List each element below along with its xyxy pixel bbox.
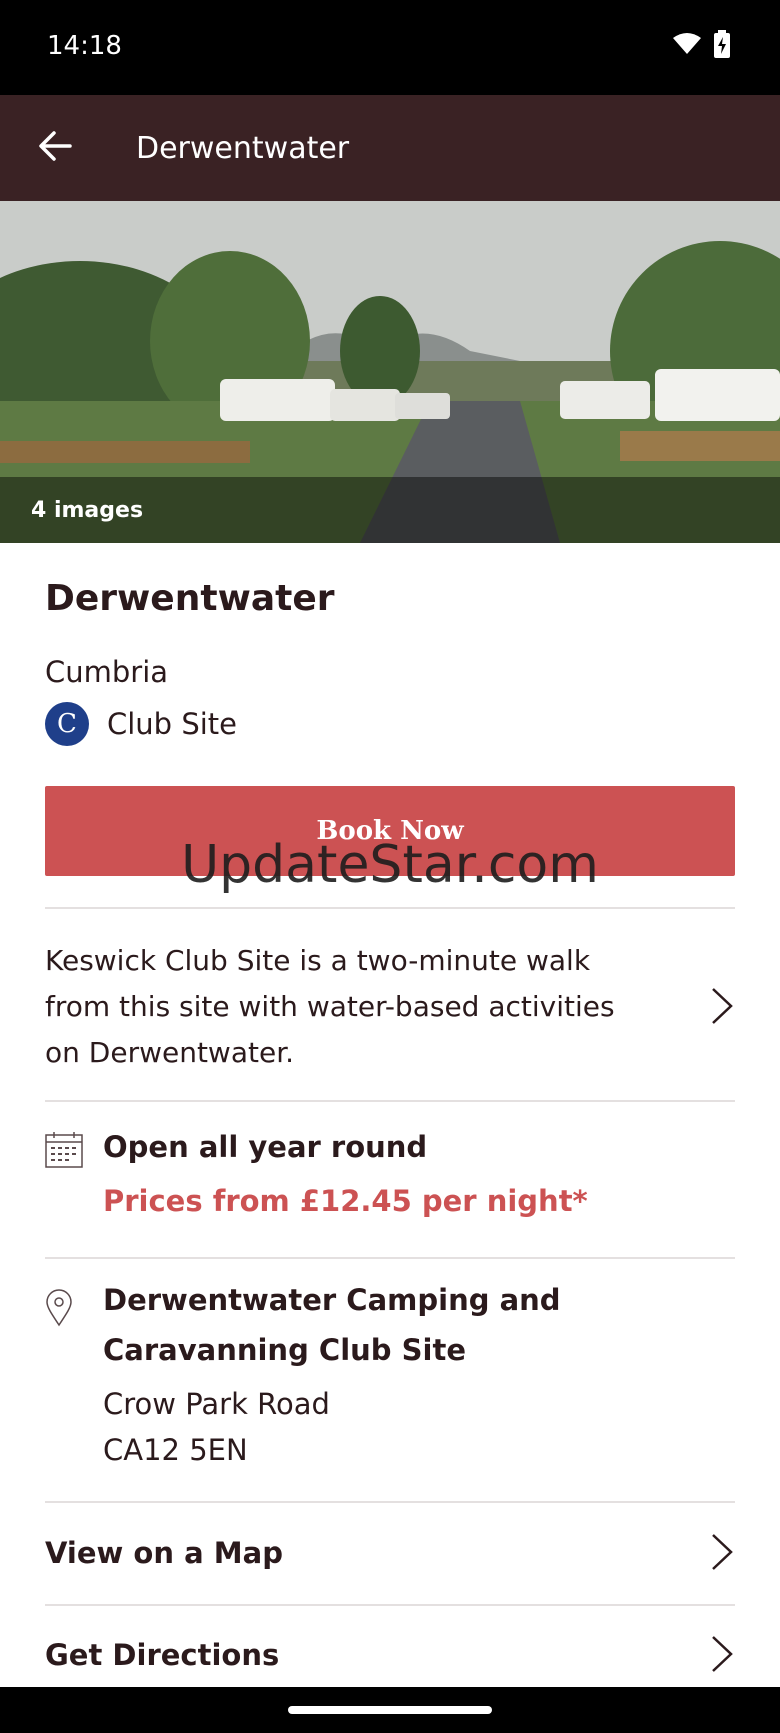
location-pin-icon: [45, 1289, 73, 1331]
arrow-left-icon: [38, 131, 72, 165]
back-button[interactable]: [30, 123, 80, 173]
site-title: Derwentwater: [45, 578, 335, 619]
status-bar: 14:18: [0, 0, 780, 95]
divider: [45, 1100, 735, 1102]
site-region: Cumbria: [45, 655, 169, 689]
site-image-gallery[interactable]: 4 images: [0, 201, 780, 543]
image-count-overlay: 4 images: [0, 477, 780, 543]
wifi-icon: [672, 32, 702, 60]
divider: [45, 907, 735, 909]
chevron-right-icon: [709, 986, 735, 1026]
site-description-row[interactable]: Keswick Club Site is a two-minute walk f…: [45, 938, 735, 1076]
system-navigation-bar: [0, 1687, 780, 1733]
status-time: 14:18: [47, 31, 122, 61]
divider: [45, 1604, 735, 1606]
chevron-right-icon: [709, 1532, 735, 1572]
chevron-right-icon: [709, 1634, 735, 1674]
calendar-icon: [45, 1132, 83, 1172]
image-count: 4 images: [31, 498, 144, 523]
divider: [45, 1257, 735, 1259]
view-on-map-label: View on a Map: [45, 1536, 283, 1570]
app-bar-title: Derwentwater: [136, 131, 350, 166]
divider: [45, 1501, 735, 1503]
site-type-label: Club Site: [107, 707, 237, 741]
get-directions-label: Get Directions: [45, 1638, 280, 1672]
site-type: C Club Site: [45, 702, 237, 746]
home-gesture-handle[interactable]: [288, 1706, 492, 1714]
status-icons: [672, 30, 730, 62]
site-description: Keswick Club Site is a two-minute walk f…: [45, 944, 615, 1069]
get-directions-row[interactable]: Get Directions: [45, 1620, 735, 1690]
app-bar: Derwentwater: [0, 95, 780, 201]
price-info: Prices from £12.45 per night*: [103, 1184, 588, 1218]
book-now-button[interactable]: Book Now: [45, 786, 735, 876]
address-street: Crow Park Road: [103, 1387, 330, 1421]
view-on-map-row[interactable]: View on a Map: [45, 1518, 735, 1588]
opening-info: Open all year round: [103, 1130, 428, 1164]
club-site-icon: C: [45, 702, 89, 746]
address-name: Derwentwater Camping and Caravanning Clu…: [103, 1283, 561, 1367]
address-postcode: CA12 5EN: [103, 1433, 248, 1467]
battery-icon: [714, 30, 730, 62]
